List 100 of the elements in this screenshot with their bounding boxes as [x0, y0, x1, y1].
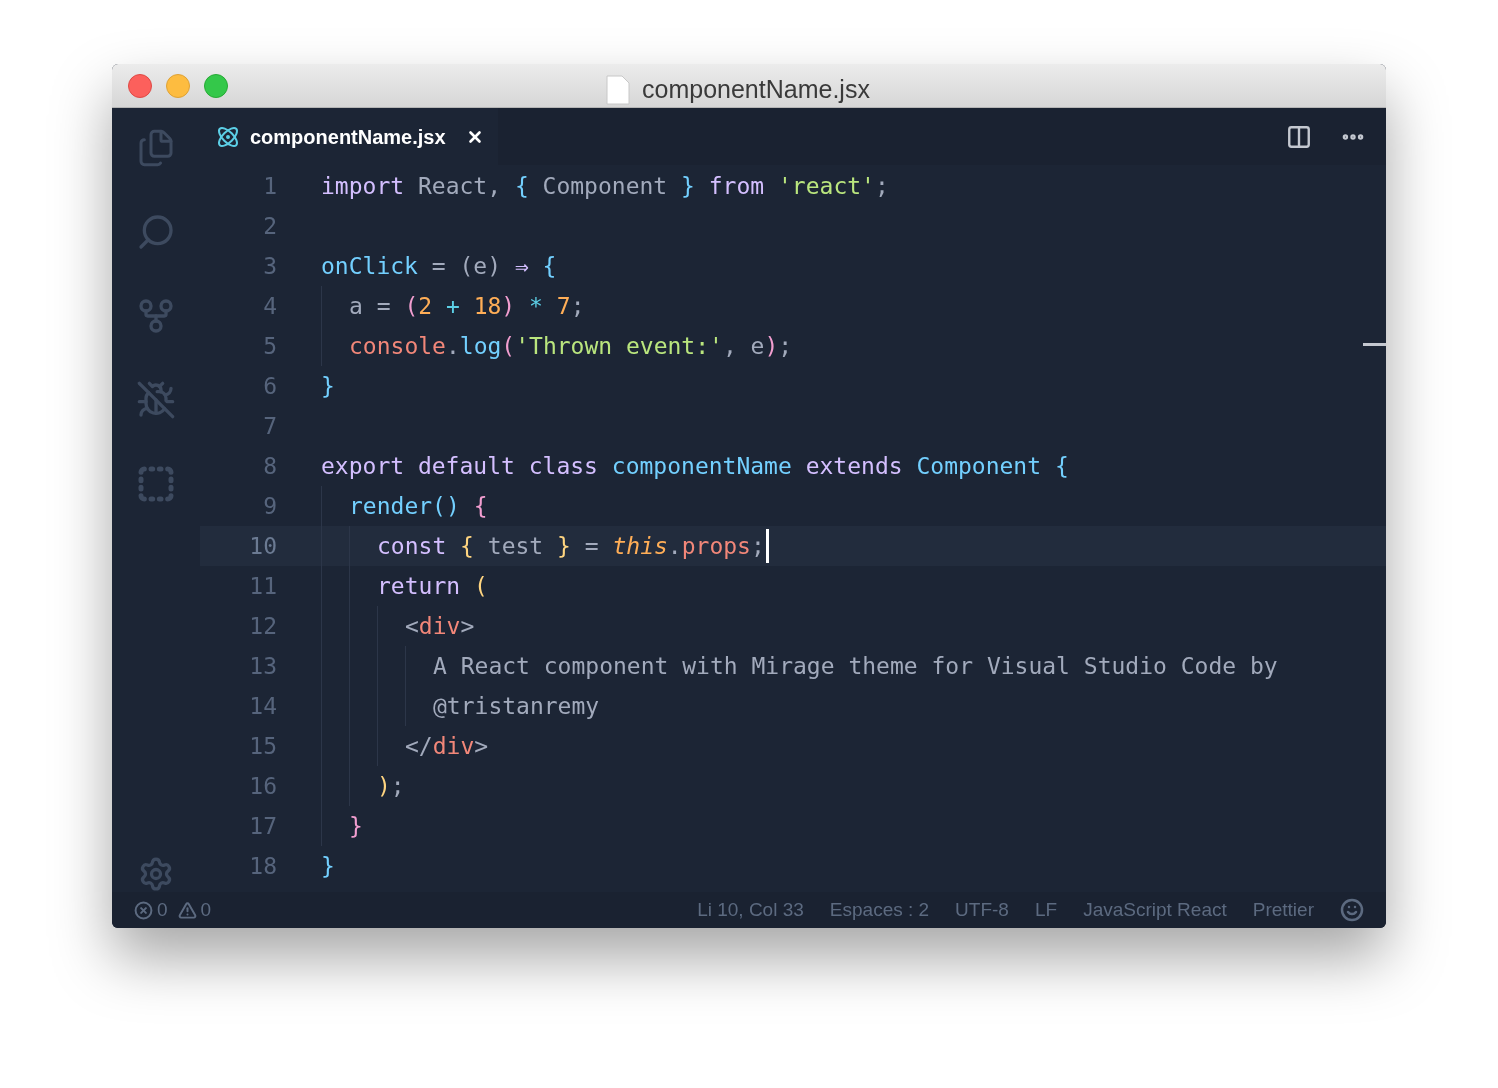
code-token: test	[486, 531, 545, 561]
code-token: return	[377, 571, 462, 601]
code-token: React,	[416, 171, 503, 201]
error-count[interactable]: 0	[157, 895, 168, 925]
settings-icon[interactable]	[138, 856, 174, 892]
code-token: @tristanremy	[433, 691, 600, 721]
code-token: {	[514, 171, 529, 201]
extensions-icon[interactable]	[136, 464, 176, 504]
status-item[interactable]: Prettier	[1252, 895, 1314, 925]
code-token: import	[321, 171, 405, 201]
react-icon	[216, 124, 240, 149]
scrollbar-marker	[1363, 343, 1386, 346]
code-token: <	[405, 611, 419, 641]
code-token: = (e)	[430, 251, 503, 281]
line-number: 1	[262, 171, 278, 201]
code-token: .	[667, 531, 682, 561]
status-item[interactable]: LF	[1034, 895, 1058, 925]
code-token: {	[472, 491, 488, 521]
code-token: ;	[874, 171, 889, 201]
code-token: (	[473, 571, 488, 601]
code-token: )	[501, 291, 516, 321]
code-token: Component	[541, 171, 669, 201]
code-token: ;	[390, 771, 405, 801]
code-token: ()	[432, 491, 460, 521]
line-number: 2	[262, 211, 278, 241]
window-title: componentName.jsx	[642, 74, 870, 105]
code-token: >	[474, 731, 489, 761]
code-token: componentName	[611, 451, 792, 481]
code-token: </	[405, 731, 433, 761]
line-number: 13	[248, 651, 278, 681]
code-token: }	[321, 851, 335, 881]
status-item[interactable]: Espaces : 2	[829, 895, 930, 925]
split-editor-icon[interactable]	[1286, 123, 1312, 150]
branch-icon[interactable]	[136, 296, 176, 336]
code-token: >	[460, 611, 475, 641]
smiley-icon[interactable]	[1340, 898, 1364, 922]
code-token: const	[377, 531, 448, 561]
line-number: 6	[262, 371, 278, 401]
code-token: {	[460, 531, 474, 561]
code-token: , e	[722, 331, 765, 361]
line-number: 4	[262, 291, 278, 321]
code-token: +	[444, 291, 461, 321]
code-token: a =	[349, 291, 392, 321]
bug-icon[interactable]	[136, 380, 176, 420]
code-token: div	[418, 611, 461, 641]
status-item[interactable]: UTF-8	[955, 895, 1009, 925]
code-token: ;	[570, 291, 585, 321]
line-number: 16	[248, 771, 278, 801]
code-token: 2	[418, 291, 433, 321]
code-token: from	[707, 171, 766, 201]
code-token: }	[349, 811, 363, 841]
code-token: props	[681, 531, 751, 561]
code-token: 18	[473, 291, 502, 321]
minimize-window-button[interactable]	[166, 73, 190, 98]
code-token: 7	[556, 291, 571, 321]
code-token: (	[404, 291, 419, 321]
code-token: }	[321, 371, 335, 401]
maximize-window-button[interactable]	[204, 73, 228, 98]
warning-count[interactable]: 0	[200, 895, 212, 925]
code-editor[interactable]	[200, 165, 1386, 892]
code-token: console	[349, 331, 446, 361]
warning-icon	[177, 900, 197, 920]
line-number: 3	[262, 251, 278, 281]
code-token: Component	[916, 451, 1042, 481]
line-number: 15	[248, 731, 278, 761]
line-number: 9	[262, 491, 278, 521]
document-icon	[606, 74, 630, 105]
code-token: 'Thrown event:'	[515, 331, 723, 361]
line-number: 10	[248, 531, 278, 561]
editor-tab[interactable]: componentName.jsx	[200, 108, 498, 165]
code-token: export default class	[321, 451, 599, 481]
code-token: 'react'	[778, 171, 875, 201]
code-token: {	[1053, 451, 1069, 481]
code-token: }	[557, 531, 571, 561]
line-number: 17	[248, 811, 278, 841]
code-token: }	[681, 171, 695, 201]
close-window-button[interactable]	[128, 73, 152, 98]
code-token: log	[459, 331, 502, 361]
code-token: (	[501, 331, 516, 361]
code-token: ;	[750, 531, 765, 561]
line-number: 14	[248, 691, 278, 721]
code-token: ⇒	[514, 251, 529, 281]
code-token: )	[764, 331, 779, 361]
status-item[interactable]: JavaScript React	[1083, 895, 1227, 925]
code-token: .	[445, 331, 460, 361]
search-icon[interactable]	[136, 212, 176, 252]
code-token: )	[377, 771, 391, 801]
code-token: extends	[804, 451, 904, 481]
line-number: 11	[248, 571, 278, 601]
line-number: 12	[248, 611, 278, 641]
code-token: ;	[778, 331, 793, 361]
code-token: div	[432, 731, 475, 761]
error-icon	[134, 900, 153, 920]
code-token: onClick	[321, 251, 418, 281]
code-token: {	[541, 251, 557, 281]
code-token: =	[583, 531, 600, 561]
code-token: render	[349, 491, 433, 521]
line-number: 8	[262, 451, 278, 481]
status-item[interactable]: Li 10, Col 33	[697, 895, 804, 925]
line-number: 7	[262, 411, 278, 441]
